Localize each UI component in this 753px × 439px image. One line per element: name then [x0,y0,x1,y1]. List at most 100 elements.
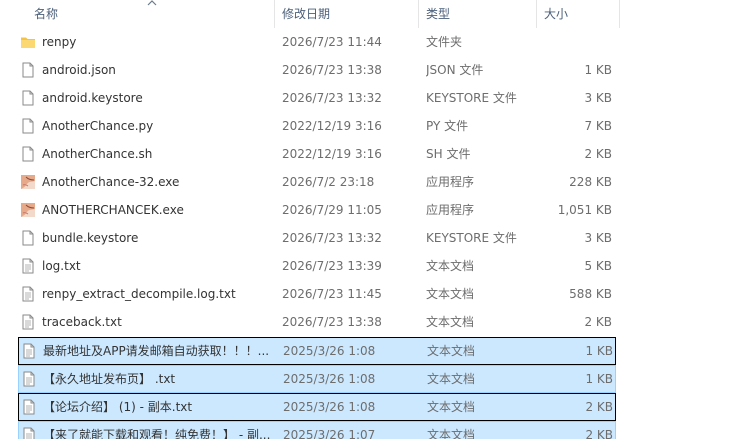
file-icon [20,62,36,78]
folder-icon [20,34,36,50]
file-row[interactable]: bundle.keystore 2026/7/23 13:32 KEYSTORE 文… [18,225,616,253]
file-icon [20,146,36,162]
file-modified-date: 2025/3/26 1:08 [283,344,376,358]
file-type: 文本文档 [426,315,475,329]
column-header-date[interactable]: 修改日期 [275,0,419,28]
file-modified-date: 2025/3/26 1:08 [283,400,376,414]
file-modified-date: 2026/7/23 11:45 [282,287,382,301]
text-file-icon [21,371,37,387]
file-name: log.txt [42,259,81,273]
file-type: 文本文档 [427,344,476,358]
file-modified-date: 2026/7/23 13:39 [282,259,382,273]
file-row[interactable]: AnotherChance.sh 2022/12/19 3:16 SH 文件 2 KB [18,141,616,169]
file-row[interactable]: android.json 2026/7/23 13:38 JSON 文件 1 KB [18,57,616,85]
file-modified-date: 2026/7/2 23:18 [282,175,375,189]
file-size: 2 KB [584,315,612,329]
file-name: renpy_extract_decompile.log.txt [42,287,236,301]
file-size: 2 KB [585,428,613,439]
file-modified-date: 2022/12/19 3:16 [282,147,382,161]
file-size: 228 KB [569,175,612,189]
file-row[interactable]: android.keystore 2026/7/23 13:32 KEYSTORE … [18,85,616,113]
file-type: 文本文档 [426,287,475,301]
file-type: PY 文件 [426,119,469,133]
file-modified-date: 2026/7/23 13:38 [282,63,382,77]
file-name: AnotherChance.py [42,119,154,133]
file-type: 文件夹 [426,35,463,49]
text-file-icon [20,286,36,302]
file-row[interactable]: log.txt 2026/7/23 13:39 文本文档 5 KB [18,253,616,281]
app-icon [20,202,36,218]
app-icon [20,174,36,190]
file-name: renpy [42,35,77,49]
column-header-type[interactable]: 类型 [419,0,537,28]
file-type: 文本文档 [427,428,476,439]
file-type: 文本文档 [426,259,475,273]
file-type: JSON 文件 [426,63,484,77]
file-row[interactable]: renpy 2026/7/23 11:44 文件夹 [18,29,616,57]
file-icon [20,90,36,106]
file-name: android.keystore [42,91,143,105]
file-size [540,29,612,55]
text-file-icon [21,399,37,415]
file-row[interactable]: ANOTHERCHANCEK.exe 2026/7/29 11:05 应用程序 1,0… [18,197,616,225]
file-type: SH 文件 [426,147,471,161]
text-file-icon [21,343,37,359]
file-size: 1,051 KB [557,203,612,217]
column-type-label: 类型 [426,7,451,21]
file-row[interactable]: 最新地址及APP请发邮箱自动获取！！！... 2025/3/26 1:08 文本文档… [18,337,616,365]
file-type: KEYSTORE 文件 [426,231,517,245]
file-name: bundle.keystore [42,231,139,245]
file-size: 3 KB [584,231,612,245]
file-row[interactable]: renpy_extract_decompile.log.txt 2026/7/23… [18,281,616,309]
file-type: 应用程序 [426,203,475,217]
file-modified-date: 2026/7/23 11:44 [282,35,382,49]
file-type: 文本文档 [427,372,476,386]
file-size: 2 KB [584,147,612,161]
text-file-icon [20,314,36,330]
column-size-label: 大小 [544,7,569,21]
file-row[interactable]: AnotherChance.py 2022/12/19 3:16 PY 文件 7 KB [18,113,616,141]
file-modified-date: 2025/3/26 1:08 [283,372,376,386]
column-header-name[interactable]: 名称 [0,0,275,28]
file-modified-date: 2025/3/26 1:07 [283,428,376,439]
file-size: 1 KB [585,344,613,358]
file-modified-date: 2026/7/29 11:05 [282,203,382,217]
file-name: 【永久地址发布页】 .txt [43,372,176,386]
file-name: traceback.txt [42,315,122,329]
text-file-icon [21,427,37,439]
file-name: AnotherChance.sh [42,147,153,161]
file-name: android.json [42,63,116,77]
column-name-label: 名称 [34,7,59,21]
file-row[interactable]: 【论坛介绍】 (1) - 副本.txt 2025/3/26 1:08 文本文档 2 K… [18,393,616,421]
file-name: 最新地址及APP请发邮箱自动获取！！！... [43,344,270,358]
file-size: 7 KB [584,119,612,133]
file-modified-date: 2022/12/19 3:16 [282,119,382,133]
file-size: 3 KB [584,91,612,105]
text-file-icon [20,258,36,274]
file-row[interactable]: 【来了就能下载和观看！纯免费！】 - 副... 2025/3/26 1:07 文本文… [18,421,616,439]
file-size: 2 KB [585,400,613,414]
file-icon [20,118,36,134]
file-modified-date: 2026/7/23 13:32 [282,231,382,245]
file-type: 应用程序 [426,175,475,189]
column-date-label: 修改日期 [282,7,331,21]
file-name: AnotherChance-32.exe [42,175,180,189]
file-type: 文本文档 [427,400,476,414]
column-header: 名称 修改日期 类型 大小 [0,0,753,28]
file-explorer: 名称 修改日期 类型 大小 renpy 2026/7/23 11:44 文件夹 and… [0,0,753,439]
file-icon [20,230,36,246]
file-size: 1 KB [585,372,613,386]
file-row[interactable]: AnotherChance-32.exe 2026/7/2 23:18 应用程序 22… [18,169,616,197]
file-row[interactable]: traceback.txt 2026/7/23 13:38 文本文档 2 KB [18,309,616,337]
file-type: KEYSTORE 文件 [426,91,517,105]
file-size: 1 KB [584,63,612,77]
column-header-size[interactable]: 大小 [537,0,620,28]
file-modified-date: 2026/7/23 13:38 [282,315,382,329]
file-row[interactable]: 【永久地址发布页】 .txt 2025/3/26 1:08 文本文档 1 KB [18,365,616,393]
file-name: 【论坛介绍】 (1) - 副本.txt [43,400,193,414]
file-size: 588 KB [569,287,612,301]
file-name: ANOTHERCHANCEK.exe [42,203,184,217]
column-separator[interactable] [619,0,620,28]
file-size: 5 KB [584,259,612,273]
file-name: 【来了就能下载和观看！纯免费！】 - 副... [43,428,271,439]
